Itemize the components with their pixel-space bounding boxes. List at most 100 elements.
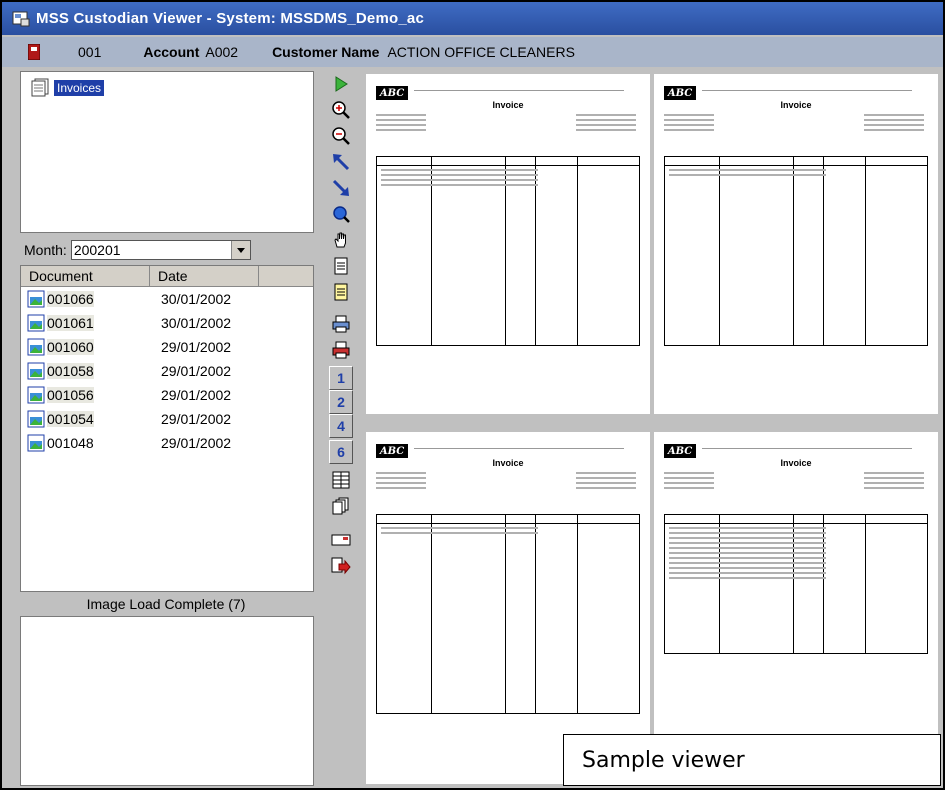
invoice-page-2[interactable]: ABC Invoice — [654, 74, 938, 414]
preview-panel — [20, 616, 314, 786]
grid-view-button[interactable] — [329, 468, 353, 492]
month-select[interactable]: 200201 — [70, 240, 251, 260]
company-logo: ABC — [376, 86, 408, 100]
chevron-down-icon — [236, 248, 245, 253]
export-button[interactable] — [329, 554, 353, 578]
account-info-bar: 001 Account A002 Customer Name ACTION OF… — [2, 37, 943, 67]
document-list[interactable]: Document Date 001066 30/01/2002 001061 30/0… — [20, 265, 314, 592]
page-properties-button[interactable] — [329, 280, 353, 304]
company-address-line — [414, 448, 624, 452]
caption-text: Sample viewer — [582, 747, 745, 773]
six-page-view-button[interactable]: 6 — [329, 440, 353, 464]
company-logo: ABC — [664, 444, 696, 458]
invoice-details-block — [864, 472, 924, 492]
one-page-view-button[interactable]: 1 — [329, 366, 353, 390]
image-file-icon — [27, 434, 45, 452]
invoice-heading: Invoice — [492, 458, 524, 468]
column-header-date[interactable]: Date — [150, 266, 259, 286]
invoice-heading: Invoice — [492, 100, 524, 110]
app-window: MSS Custodian Viewer - System: MSSDMS_De… — [0, 0, 945, 790]
document-cell[interactable]: 001056 — [21, 386, 153, 404]
window-title: MSS Custodian Viewer - System: MSSDMS_De… — [36, 10, 424, 27]
folder-tree[interactable]: Invoices — [20, 71, 314, 233]
print-all-button[interactable] — [329, 338, 353, 362]
document-cell[interactable]: 001054 — [21, 410, 153, 428]
table-row[interactable]: 001056 29/01/2002 — [21, 383, 313, 407]
document-date: 30/01/2002 — [161, 315, 232, 331]
document-number: 001056 — [47, 387, 94, 403]
table-row[interactable]: 001058 29/01/2002 — [21, 359, 313, 383]
company-address-line — [702, 448, 912, 452]
documents-folder-icon — [31, 78, 49, 97]
image-file-icon — [27, 338, 45, 356]
customer-address-block — [376, 114, 426, 134]
document-number: 001048 — [47, 435, 94, 451]
customer-address-block — [376, 472, 426, 492]
month-value: 200201 — [73, 242, 121, 258]
four-page-view-button[interactable]: 4 — [329, 414, 353, 438]
magnify-button[interactable] — [329, 202, 353, 226]
viewer-toolbar: 1 2 4 6 — [329, 72, 355, 788]
zoom-in-icon — [332, 101, 350, 119]
document-list-header: Document Date — [21, 266, 313, 287]
system-code: 001 — [78, 44, 102, 60]
invoice-page-3[interactable]: ABC Invoice — [366, 432, 650, 784]
rotate-right-button[interactable] — [329, 176, 353, 200]
zoom-in-button[interactable] — [329, 98, 353, 122]
table-row[interactable]: 001061 30/01/2002 — [21, 311, 313, 335]
invoice-details-block — [576, 472, 636, 492]
caption-box: Sample viewer — [563, 734, 941, 786]
image-file-icon — [27, 290, 45, 308]
hand-icon — [334, 232, 346, 248]
tree-node-invoices[interactable]: Invoices — [29, 78, 105, 98]
document-date: 29/01/2002 — [161, 411, 232, 427]
document-number: 001060 — [47, 339, 94, 355]
email-button[interactable] — [329, 528, 353, 552]
invoice-details-block — [576, 114, 636, 134]
zoom-out-icon — [332, 127, 350, 145]
column-header-document[interactable]: Document — [21, 266, 150, 286]
page-highlight-icon — [334, 283, 348, 301]
document-viewer[interactable]: ABC Invoice ABC Invoice ABC Invoice ABC … — [364, 72, 942, 788]
invoice-page-4[interactable]: ABC Invoice — [654, 432, 938, 784]
left-panel: Invoices Month: 200201 Document Date 001… — [6, 69, 314, 786]
next-button[interactable] — [329, 72, 353, 96]
rotate-left-button[interactable] — [329, 150, 353, 174]
table-row[interactable]: 001066 30/01/2002 — [21, 287, 313, 311]
document-cell[interactable]: 001048 — [21, 434, 153, 452]
dropdown-button[interactable] — [230, 241, 250, 259]
invoice-details-block — [864, 114, 924, 134]
title-bar[interactable]: MSS Custodian Viewer - System: MSSDMS_De… — [2, 2, 943, 35]
image-file-icon — [27, 362, 45, 380]
invoice-page-1[interactable]: ABC Invoice — [366, 74, 650, 414]
table-row[interactable]: 001048 29/01/2002 — [21, 431, 313, 455]
company-address-line — [702, 90, 912, 94]
document-number: 001058 — [47, 363, 94, 379]
document-number: 001066 — [47, 291, 94, 307]
print-button[interactable] — [329, 312, 353, 336]
stacked-pages-button[interactable] — [329, 494, 353, 518]
table-row[interactable]: 001054 29/01/2002 — [21, 407, 313, 431]
single-page-button[interactable] — [329, 254, 353, 278]
pan-button[interactable] — [329, 228, 353, 252]
table-row[interactable]: 001060 29/01/2002 — [21, 335, 313, 359]
invoice-heading: Invoice — [780, 458, 812, 468]
account-label: Account — [143, 44, 200, 60]
line-items-table — [664, 156, 928, 346]
month-label: Month: — [24, 242, 67, 258]
two-page-view-button[interactable]: 2 — [329, 390, 353, 414]
document-cell[interactable]: 001061 — [21, 314, 153, 332]
account-value: A002 — [205, 44, 239, 60]
envelope-icon — [331, 534, 351, 546]
tree-node-label: Invoices — [54, 80, 105, 96]
export-arrow-icon — [331, 557, 351, 575]
document-cell[interactable]: 001058 — [21, 362, 153, 380]
company-logo: ABC — [376, 444, 408, 458]
document-cell[interactable]: 001066 — [21, 290, 153, 308]
document-cell[interactable]: 001060 — [21, 338, 153, 356]
printer-icon — [332, 315, 350, 333]
image-file-icon — [27, 386, 45, 404]
customer-address-block — [664, 472, 714, 492]
zoom-out-button[interactable] — [329, 124, 353, 148]
line-items-table — [376, 514, 640, 714]
